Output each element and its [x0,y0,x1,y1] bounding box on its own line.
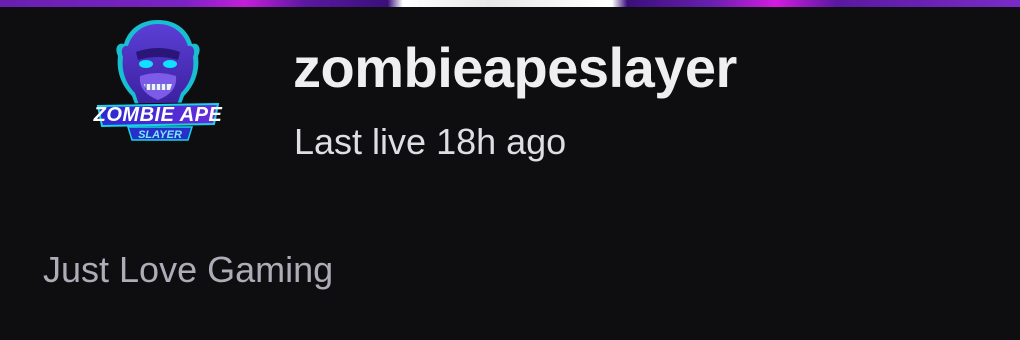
logo-text-bottom: SLAYER [138,129,182,141]
channel-avatar[interactable]: ZOMBIE APE SLAYER [88,14,228,148]
channel-about-panel: ZOMBIE APE SLAYER zombieapeslayer Last l… [0,0,1020,340]
logo-text-top: ZOMBIE APE [93,104,223,126]
channel-name[interactable]: zombieapeslayer [293,40,737,96]
zombie-ape-logo-icon: ZOMBIE APE SLAYER [93,20,223,141]
channel-bio: Just Love Gaming [43,249,334,290]
channel-banner-edge [0,0,1020,7]
last-live-status: Last live 18h ago [294,121,567,162]
